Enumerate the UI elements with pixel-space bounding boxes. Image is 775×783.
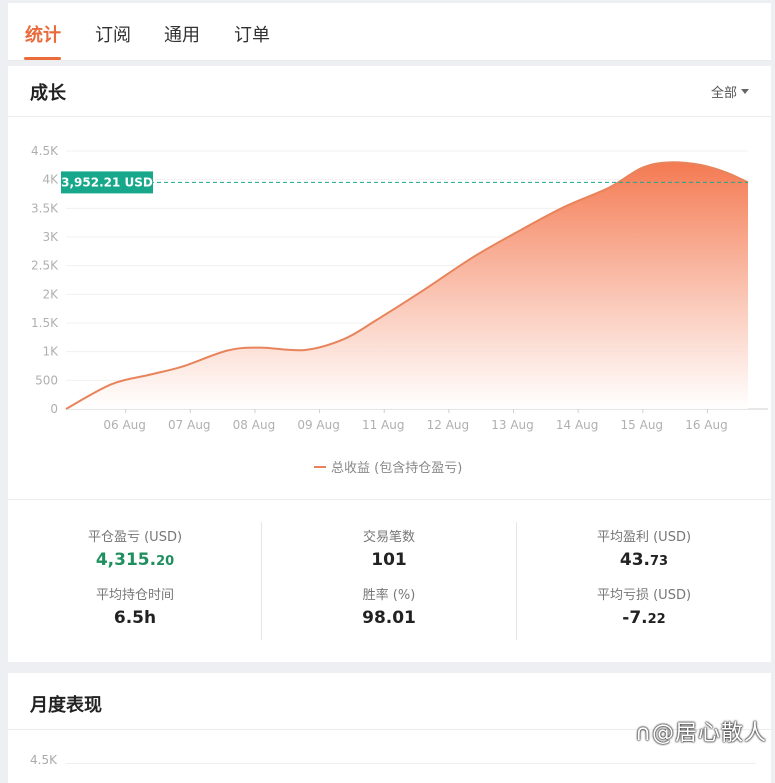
growth-card: 成长 全部 0 500 1K 1.5K 2K 2.5K 3K 3.5K 4K 4.5K 06 Aug…: [8, 66, 771, 662]
growth-chart-svg: 0 500 1K 1.5K 2K 2.5K 3K 3.5K 4K 4.5K 06 Aug 07 Aug…: [31, 144, 768, 476]
tab-statistics[interactable]: 统计: [25, 21, 61, 47]
stat-value: 101: [371, 550, 407, 570]
growth-chart[interactable]: 0 500 1K 1.5K 2K 2.5K 3K 3.5K 4K 4.5K 06 Aug 07 Aug…: [8, 118, 771, 502]
stat-avg-profit: 平均盈利 (USD) 43.73: [517, 526, 771, 570]
stat-label: 平均持仓时间: [95, 588, 174, 603]
stat-win-rate: 胜率 (%) 98.01: [262, 584, 516, 628]
stat-closed-pnl: 平仓盈亏 (USD) 4,315.20: [8, 526, 262, 570]
tab-bar: 统计 订阅 通用 订单: [8, 3, 771, 61]
y-tick-label: 4.5K: [31, 144, 59, 158]
y-tick-label: 3K: [42, 230, 59, 244]
x-tick-label: 15 Aug: [621, 418, 664, 432]
x-tick-label: 06 Aug: [103, 418, 146, 432]
caret-down-icon: [741, 89, 749, 94]
stat-trade-count: 交易笔数 101: [262, 526, 516, 570]
stat-label: 胜率 (%): [362, 588, 416, 603]
stat-value: 4,315.20: [95, 550, 175, 570]
stat-label: 平仓盈亏 (USD): [87, 530, 183, 545]
x-tick-label: 11 Aug: [362, 418, 405, 432]
tab-orders[interactable]: 订单: [234, 21, 270, 47]
y-tick-label: 1K: [42, 345, 59, 359]
monthly-gridline: [66, 763, 756, 764]
range-dropdown[interactable]: 全部: [711, 82, 749, 101]
x-tick-label: 14 Aug: [556, 418, 599, 432]
x-tick-label: 16 Aug: [685, 418, 728, 432]
stats-separator: [516, 522, 517, 640]
y-tick-label: 4K: [42, 173, 59, 187]
y-tick-label: 2.5K: [31, 259, 59, 273]
stat-value: 98.01: [362, 608, 416, 628]
stat-label: 平均盈利 (USD): [596, 530, 692, 545]
monthly-title: 月度表现: [30, 695, 102, 716]
x-tick-label: 13 Aug: [491, 418, 534, 432]
stat-avg-hold-time: 平均持仓时间 6.5h: [8, 584, 262, 628]
y-tick-label: 500: [35, 373, 58, 387]
tab-subscription[interactable]: 订阅: [95, 21, 131, 47]
series-area: [66, 162, 748, 409]
x-tick-label: 09 Aug: [297, 418, 340, 432]
reference-value-label: 3,952.21 USD: [61, 175, 153, 189]
stat-value: -7.22: [622, 608, 666, 628]
tab-general[interactable]: 通用: [164, 21, 200, 47]
y-tick-label: 1.5K: [31, 316, 59, 330]
x-tick-label: 12 Aug: [427, 418, 470, 432]
y-tick-label: 2K: [42, 287, 59, 301]
stat-value: 6.5h: [113, 608, 157, 628]
stats-divider: [8, 499, 771, 500]
range-dropdown-label: 全部: [710, 86, 737, 101]
stat-label: 平均亏损 (USD): [596, 588, 692, 603]
stat-label: 交易笔数: [362, 530, 415, 545]
legend-label: 总收益 (包含持仓盈亏): [331, 460, 462, 476]
stat-value: 43.73: [619, 550, 669, 570]
growth-title: 成长: [30, 83, 66, 104]
monthly-y-axis-top-label: 4.5K: [30, 753, 57, 767]
watermark: ∩@居心散人: [634, 721, 767, 746]
stats-separator: [261, 522, 262, 640]
x-tick-label: 07 Aug: [168, 418, 211, 432]
active-tab-indicator: [24, 57, 61, 60]
stat-avg-loss: 平均亏损 (USD) -7.22: [517, 584, 771, 628]
y-tick-label: 0: [50, 402, 58, 416]
y-tick-label: 3.5K: [31, 201, 59, 215]
x-tick-label: 08 Aug: [233, 418, 276, 432]
growth-header-divider: [8, 116, 771, 117]
